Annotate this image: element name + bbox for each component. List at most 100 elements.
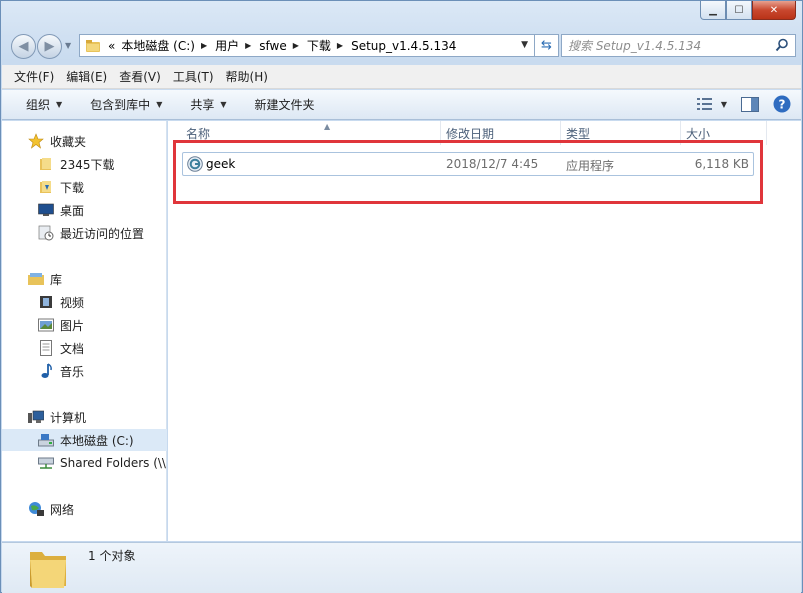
nav-libraries-label: 库 bbox=[50, 272, 63, 287]
network-drive-icon bbox=[38, 455, 54, 471]
menu-edit[interactable]: 编辑(E) bbox=[66, 68, 107, 85]
item-count: 1 个对象 bbox=[88, 549, 136, 563]
nav-item-label: 桌面 bbox=[60, 203, 85, 218]
nav-item-videos[interactable]: 视频 bbox=[2, 291, 167, 313]
new-folder-label: 新建文件夹 bbox=[254, 98, 315, 112]
address-dropdown-icon[interactable]: ▼ bbox=[521, 40, 528, 50]
desktop-icon bbox=[38, 202, 54, 218]
breadcrumb-overflow[interactable]: « bbox=[108, 39, 115, 53]
chevron-down-icon: ▼ bbox=[720, 99, 727, 109]
menu-bar: 文件(F) 编辑(E) 查看(V) 工具(T) 帮助(H) bbox=[2, 65, 801, 89]
computer-icon bbox=[28, 409, 44, 425]
breadcrumb-local-disk[interactable]: 本地磁盘 (C:) bbox=[121, 37, 195, 54]
include-in-library-button[interactable]: 包含到库中 ▼ bbox=[90, 96, 162, 113]
music-icon bbox=[38, 363, 54, 379]
network-icon bbox=[28, 501, 44, 517]
search-icon[interactable] bbox=[775, 38, 789, 52]
recent-icon bbox=[38, 225, 54, 241]
include-in-library-label: 包含到库中 bbox=[90, 98, 151, 112]
nav-item-shared-folders[interactable]: Shared Folders (\\ bbox=[2, 452, 167, 474]
menu-tools[interactable]: 工具(T) bbox=[173, 68, 214, 85]
explorer-window: ▁ ☐ ✕ ◀ ▶ ▼ « 本地磁盘 (C:) ▶ 用户 ▶ sfwe ▶ 下载… bbox=[0, 0, 803, 593]
nav-item-recent-places[interactable]: 最近访问的位置 bbox=[2, 222, 167, 244]
help-icon: ? bbox=[773, 95, 791, 113]
navigation-row: ◀ ▶ ▼ « 本地磁盘 (C:) ▶ 用户 ▶ sfwe ▶ 下载 ▶ Set… bbox=[9, 33, 796, 59]
back-icon: ◀ bbox=[18, 39, 29, 54]
library-icon bbox=[28, 271, 44, 287]
chevron-down-icon: ▼ bbox=[156, 100, 163, 109]
details-pane: 1 个对象 bbox=[2, 542, 801, 593]
nav-item-label: 文档 bbox=[60, 341, 85, 356]
refresh-icon: ⇆ bbox=[541, 38, 552, 53]
nav-item-documents[interactable]: 文档 bbox=[2, 337, 167, 359]
help-button[interactable]: ? bbox=[773, 95, 791, 113]
command-bar: 组织 ▼ 包含到库中 ▼ 共享 ▼ 新建文件夹 ▼ ? bbox=[2, 90, 801, 120]
nav-computer[interactable]: 计算机 bbox=[2, 406, 167, 428]
nav-item-pictures[interactable]: 图片 bbox=[2, 314, 167, 336]
nav-item-label: 本地磁盘 (C:) bbox=[60, 433, 134, 448]
folder-icon bbox=[38, 156, 54, 172]
nav-item-downloads[interactable]: 下载 bbox=[2, 176, 167, 198]
nav-item-label: 下载 bbox=[60, 180, 85, 195]
refresh-button[interactable]: ⇆ bbox=[535, 34, 559, 57]
breadcrumb-setup[interactable]: Setup_v1.4.5.134 bbox=[351, 39, 456, 53]
breadcrumb-downloads[interactable]: 下载 bbox=[307, 37, 331, 54]
nav-network[interactable]: 网络 bbox=[2, 498, 167, 520]
column-header-name-label: 名称 bbox=[186, 127, 211, 141]
preview-pane-icon bbox=[741, 96, 759, 112]
menu-view[interactable]: 查看(V) bbox=[119, 68, 161, 85]
recent-pages-dropdown[interactable]: ▼ bbox=[65, 41, 71, 50]
change-view-button[interactable]: ▼ bbox=[696, 97, 727, 111]
chevron-right-icon[interactable]: ▶ bbox=[201, 41, 207, 50]
chevron-right-icon[interactable]: ▶ bbox=[337, 41, 343, 50]
nav-item-local-disk[interactable]: 本地磁盘 (C:) bbox=[2, 429, 167, 451]
svg-text:?: ? bbox=[779, 98, 786, 112]
share-label: 共享 bbox=[190, 98, 215, 112]
document-icon bbox=[38, 340, 54, 356]
share-button[interactable]: 共享 ▼ bbox=[190, 96, 226, 113]
nav-network-label: 网络 bbox=[50, 502, 75, 517]
search-input[interactable] bbox=[568, 38, 768, 53]
search-box[interactable] bbox=[561, 34, 796, 57]
menu-help[interactable]: 帮助(H) bbox=[226, 68, 268, 85]
nav-item-2345-downloads[interactable]: 2345下载 bbox=[2, 153, 167, 175]
organize-button[interactable]: 组织 ▼ bbox=[26, 96, 62, 113]
view-controls: ▼ ? bbox=[683, 95, 791, 113]
nav-item-label: 音乐 bbox=[60, 364, 85, 379]
back-button[interactable]: ◀ bbox=[11, 34, 36, 59]
view-options-icon bbox=[696, 98, 712, 110]
forward-icon: ▶ bbox=[44, 39, 55, 54]
chevron-down-icon: ▼ bbox=[220, 100, 227, 109]
folder-icon bbox=[38, 179, 54, 195]
nav-item-label: 最近访问的位置 bbox=[60, 226, 145, 241]
nav-item-music[interactable]: 音乐 bbox=[2, 360, 167, 382]
minimize-button[interactable]: ▁ bbox=[700, 1, 726, 20]
chevron-right-icon[interactable]: ▶ bbox=[245, 41, 251, 50]
folder-icon bbox=[30, 552, 66, 588]
nav-item-label: 视频 bbox=[60, 295, 85, 310]
chevron-right-icon[interactable]: ▶ bbox=[293, 41, 299, 50]
nav-libraries[interactable]: 库 bbox=[2, 268, 167, 290]
breadcrumb-users[interactable]: 用户 bbox=[215, 37, 239, 54]
nav-favorites-label: 收藏夹 bbox=[50, 134, 87, 149]
nav-favorites[interactable]: 收藏夹 bbox=[2, 130, 167, 152]
sort-arrow-icon: ▲ bbox=[324, 122, 331, 131]
maximize-button[interactable]: ☐ bbox=[726, 1, 752, 20]
nav-item-label: 2345下载 bbox=[60, 157, 115, 172]
new-folder-button[interactable]: 新建文件夹 bbox=[255, 96, 315, 113]
drive-icon bbox=[38, 432, 54, 448]
forward-button[interactable]: ▶ bbox=[37, 34, 62, 59]
column-divider[interactable] bbox=[766, 121, 767, 145]
annotation-highlight bbox=[173, 140, 763, 204]
nav-item-desktop[interactable]: 桌面 bbox=[2, 199, 167, 221]
nav-computer-label: 计算机 bbox=[50, 410, 87, 425]
menu-file[interactable]: 文件(F) bbox=[14, 68, 54, 85]
folder-icon bbox=[86, 39, 100, 52]
close-button[interactable]: ✕ bbox=[752, 1, 796, 20]
preview-pane-button[interactable] bbox=[741, 96, 759, 112]
chevron-down-icon: ▼ bbox=[56, 100, 63, 109]
breadcrumb-sfwe[interactable]: sfwe bbox=[259, 39, 286, 53]
address-bar[interactable]: « 本地磁盘 (C:) ▶ 用户 ▶ sfwe ▶ 下载 ▶ Setup_v1.… bbox=[79, 34, 535, 57]
caption-buttons: ▁ ☐ ✕ bbox=[700, 1, 796, 20]
organize-label: 组织 bbox=[26, 98, 51, 112]
